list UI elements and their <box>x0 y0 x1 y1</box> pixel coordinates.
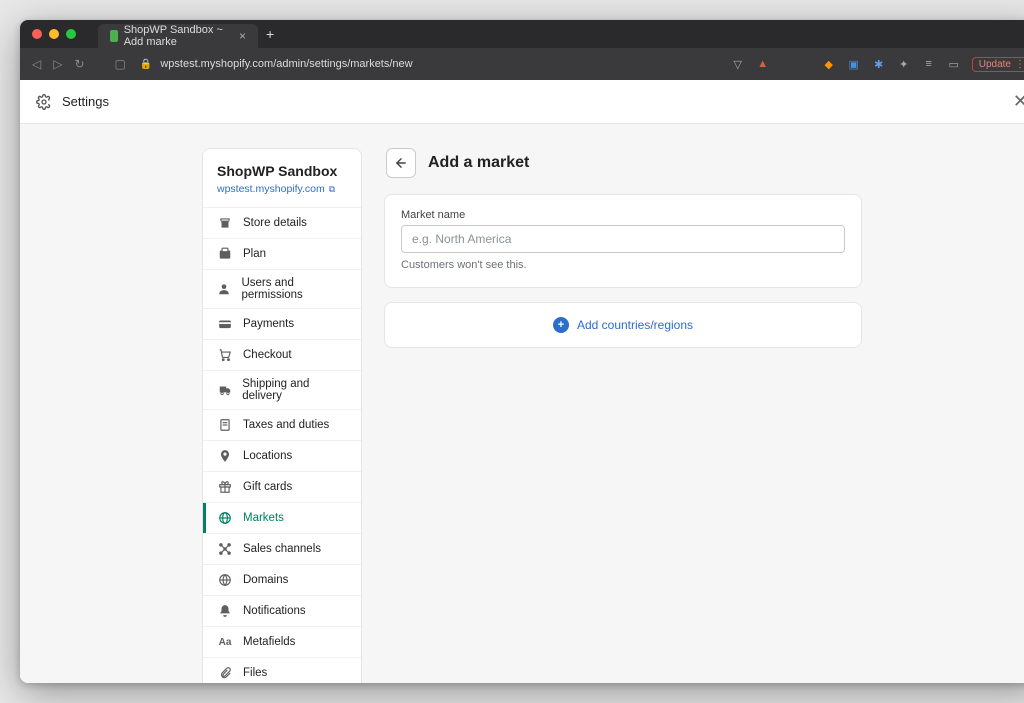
main-content: Add a market Market name Customers won't… <box>384 148 862 348</box>
extension-icon-2[interactable]: ▣ <box>847 57 861 71</box>
sidebar-item-checkout[interactable]: Checkout <box>203 339 361 370</box>
payments-icon <box>217 316 233 332</box>
lock-icon: 🔒 <box>140 59 152 70</box>
sidebar-item-label: Sales channels <box>243 543 321 555</box>
sidebar-item-label: Gift cards <box>243 481 292 493</box>
market-name-input[interactable] <box>401 225 845 253</box>
taxes-icon <box>217 417 233 433</box>
bookmark-icon[interactable]: ▭ <box>947 57 961 71</box>
shield-icon[interactable]: ▽ <box>731 57 745 71</box>
reload-icon[interactable]: ↻ <box>74 57 84 71</box>
close-window[interactable] <box>32 29 42 39</box>
tab-close-icon[interactable]: × <box>239 30 246 42</box>
channels-icon <box>217 541 233 557</box>
sidebar-item-label: Taxes and duties <box>243 419 329 431</box>
sidebar-item-label: Users and permissions <box>241 277 347 301</box>
browser-window: ShopWP Sandbox ~ Add marke × + ◁ ▷ ↻ ▢ 🔒… <box>20 20 1024 683</box>
sidebar-item-label: Metafields <box>243 636 295 648</box>
sidebar-item-label: Locations <box>243 450 292 462</box>
sidebar-item-domains[interactable]: Domains <box>203 564 361 595</box>
new-tab-button[interactable]: + <box>266 26 274 42</box>
sidebar-item-label: Payments <box>243 318 294 330</box>
sidebar-item-shipping-and-delivery[interactable]: Shipping and delivery <box>203 370 361 409</box>
favicon <box>110 30 118 42</box>
reading-list-icon[interactable]: ≡ <box>922 57 936 71</box>
helper-text: Customers won't see this. <box>401 259 845 271</box>
extension-icon-3[interactable]: ✱ <box>872 57 886 71</box>
sidebar-item-sales-channels[interactable]: Sales channels <box>203 533 361 564</box>
address-bar[interactable]: 🔒 wpstest.myshopify.com/admin/settings/m… <box>140 58 717 70</box>
forward-icon[interactable]: ▷ <box>53 57 62 71</box>
market-name-card: Market name Customers won't see this. <box>384 194 862 288</box>
minimize-window[interactable] <box>49 29 59 39</box>
warning-icon[interactable]: ▲ <box>756 57 770 71</box>
back-button[interactable] <box>386 148 416 178</box>
sidebar-item-files[interactable]: Files <box>203 657 361 683</box>
sidebar-item-label: Plan <box>243 248 266 260</box>
sidebar-item-label: Notifications <box>243 605 306 617</box>
add-countries-button[interactable]: + Add countries/regions <box>384 302 862 348</box>
page-title: Add a market <box>428 154 529 172</box>
browser-tab[interactable]: ShopWP Sandbox ~ Add marke × <box>98 24 258 48</box>
domains-icon <box>217 572 233 588</box>
content-area: ShopWP Sandbox wpstest.myshopify.com ⧉ S… <box>20 124 1024 683</box>
settings-label: Settings <box>62 94 109 109</box>
checkout-icon <box>217 347 233 363</box>
plan-icon <box>217 246 233 262</box>
files-icon <box>217 665 233 681</box>
extensions-icon[interactable]: ✦ <box>897 57 911 71</box>
field-label: Market name <box>401 209 845 221</box>
sidebar-item-metafields[interactable]: Aa Metafields <box>203 626 361 657</box>
titlebar: ShopWP Sandbox ~ Add marke × + <box>20 20 1024 48</box>
close-icon[interactable]: ✕ <box>1013 91 1024 112</box>
sidebar-toggle-icon[interactable]: ▢ <box>115 57 126 71</box>
markets-icon <box>217 510 233 526</box>
store-title: ShopWP Sandbox <box>217 163 347 179</box>
url-bar: ◁ ▷ ↻ ▢ 🔒 wpstest.myshopify.com/admin/se… <box>20 48 1024 80</box>
metafields-icon: Aa <box>217 634 233 650</box>
sidebar-item-label: Store details <box>243 217 307 229</box>
sidebar-item-store-details[interactable]: Store details <box>203 207 361 238</box>
store-url-link[interactable]: wpstest.myshopify.com ⧉ <box>217 183 347 195</box>
sidebar-item-label: Shipping and delivery <box>242 378 347 402</box>
shipping-icon <box>217 382 232 398</box>
sidebar-item-locations[interactable]: Locations <box>203 440 361 471</box>
add-countries-label: Add countries/regions <box>577 318 693 332</box>
update-button[interactable]: Update⋮ <box>972 57 1024 72</box>
tab-title: ShopWP Sandbox ~ Add marke <box>124 24 223 48</box>
store-icon <box>217 215 233 231</box>
sidebar-item-label: Files <box>243 667 267 679</box>
sidebar-item-gift-cards[interactable]: Gift cards <box>203 471 361 502</box>
window-controls <box>32 29 76 39</box>
back-icon[interactable]: ◁ <box>32 57 41 71</box>
url-text: wpstest.myshopify.com/admin/settings/mar… <box>160 58 412 70</box>
sidebar-item-markets[interactable]: Markets <box>203 502 361 533</box>
notifications-icon <box>217 603 233 619</box>
sidebar-item-payments[interactable]: Payments <box>203 308 361 339</box>
settings-topbar: Settings ✕ <box>20 80 1024 124</box>
location-icon <box>217 448 233 464</box>
sidebar-item-label: Markets <box>243 512 284 524</box>
extension-icon-1[interactable]: ◆ <box>822 57 836 71</box>
sidebar-item-label: Domains <box>243 574 288 586</box>
sidebar-item-notifications[interactable]: Notifications <box>203 595 361 626</box>
user-icon <box>217 281 231 297</box>
sidebar-item-taxes-and-duties[interactable]: Taxes and duties <box>203 409 361 440</box>
sidebar-item-plan[interactable]: Plan <box>203 238 361 269</box>
gear-icon <box>36 94 52 110</box>
arrow-left-icon <box>394 156 408 170</box>
maximize-window[interactable] <box>66 29 76 39</box>
plus-circle-icon: + <box>553 317 569 333</box>
settings-sidebar: ShopWP Sandbox wpstest.myshopify.com ⧉ S… <box>202 148 362 683</box>
external-link-icon: ⧉ <box>329 184 335 195</box>
sidebar-item-users-and-permissions[interactable]: Users and permissions <box>203 269 361 308</box>
gift-icon <box>217 479 233 495</box>
sidebar-item-label: Checkout <box>243 349 292 361</box>
